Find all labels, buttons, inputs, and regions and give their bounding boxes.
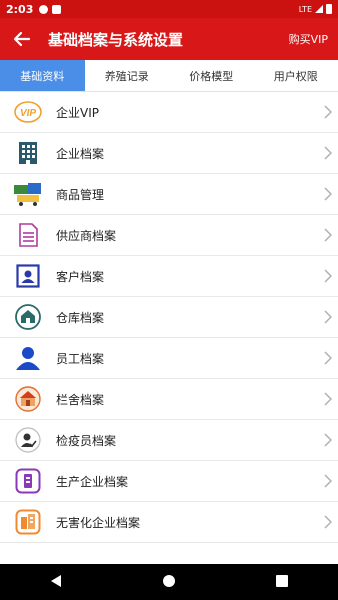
tab-basic-info[interactable]: 基础资料 [0,60,85,91]
list-item-label: 检疫员档案 [56,433,117,448]
status-time: 2:03 [6,2,34,16]
arrow-left-icon [13,31,31,47]
list-item-label: 栏舍档案 [56,392,105,407]
building-icon [19,142,37,164]
chevron-right-icon [318,146,338,160]
status-bar: 2:03 LTE [0,0,338,18]
list-item-label: 供应商档案 [56,228,117,243]
chevron-right-icon [318,474,338,488]
vip-icon: VIP [14,101,42,123]
signal-icon [315,5,323,13]
buy-vip-button[interactable]: 购买VIP [289,31,338,47]
chevron-right-icon [318,433,338,447]
list-item-pen-archive[interactable]: 栏舍档案 [0,379,338,420]
list-item-enterprise-vip[interactable]: VIP 企业VIP [0,92,338,133]
person-icon [16,347,40,370]
list-item-label: 企业VIP [56,105,99,120]
archive-list: VIP 企业VIP 企业档案 商品管理 供应商档案 客户档案 仓库档案 员工档案… [0,92,338,543]
list-item-label: 生产企业档案 [56,474,129,489]
nav-home-button[interactable] [162,573,176,592]
warehouse-icon [15,304,41,330]
list-item-label: 商品管理 [56,187,105,202]
factory-doc-icon [15,468,41,494]
nav-back-button[interactable] [49,573,63,592]
svg-text:VIP: VIP [20,108,36,119]
list-item-label: 企业档案 [56,146,105,161]
back-button[interactable] [0,18,44,60]
triangle-back-icon [51,574,62,587]
list-item-warehouse-archive[interactable]: 仓库档案 [0,297,338,338]
notification-icon [39,4,49,14]
list-item-production-enterprise-archive[interactable]: 生产企业档案 [0,461,338,502]
disposal-building-icon [15,509,41,535]
list-item-disposal-enterprise-archive[interactable]: 无害化企业档案 [0,502,338,543]
chevron-right-icon [318,187,338,201]
tab-bar: 基础资料 养殖记录 价格模型 用户权限 [0,60,338,92]
chevron-right-icon [318,515,338,529]
tab-breeding-records[interactable]: 养殖记录 [85,60,170,91]
tab-user-permissions[interactable]: 用户权限 [254,60,338,91]
app-bar: 基础档案与系统设置 购买VIP [0,18,338,60]
network-type: LTE [298,4,312,14]
list-item-label: 无害化企业档案 [56,515,141,530]
sd-card-icon [52,4,62,14]
chevron-right-icon [318,269,338,283]
list-item-goods-management[interactable]: 商品管理 [0,174,338,215]
chevron-right-icon [318,310,338,324]
list-item-supplier-archive[interactable]: 供应商档案 [0,215,338,256]
list-item-inspector-archive[interactable]: 检疫员档案 [0,420,338,461]
list-item-label: 员工档案 [56,351,105,366]
list-item-enterprise-archive[interactable]: 企业档案 [0,133,338,174]
nav-recents-button[interactable] [275,573,289,592]
circle-home-icon [162,574,175,587]
document-icon [19,223,38,247]
chevron-right-icon [318,228,338,242]
chevron-right-icon [318,105,338,119]
battery-icon [326,4,332,14]
inspector-icon [15,427,41,453]
list-item-employee-archive[interactable]: 员工档案 [0,338,338,379]
list-item-label: 仓库档案 [56,310,105,325]
tab-price-model[interactable]: 价格模型 [169,60,254,91]
page-title: 基础档案与系统设置 [48,30,184,49]
chevron-right-icon [318,351,338,365]
system-nav-bar [0,564,338,600]
square-recents-icon [275,574,288,587]
list-item-label: 客户档案 [56,269,105,284]
barn-icon [15,386,41,412]
list-item-customer-archive[interactable]: 客户档案 [0,256,338,297]
contact-card-icon [16,264,40,288]
chevron-right-icon [318,392,338,406]
goods-icon [14,183,41,206]
